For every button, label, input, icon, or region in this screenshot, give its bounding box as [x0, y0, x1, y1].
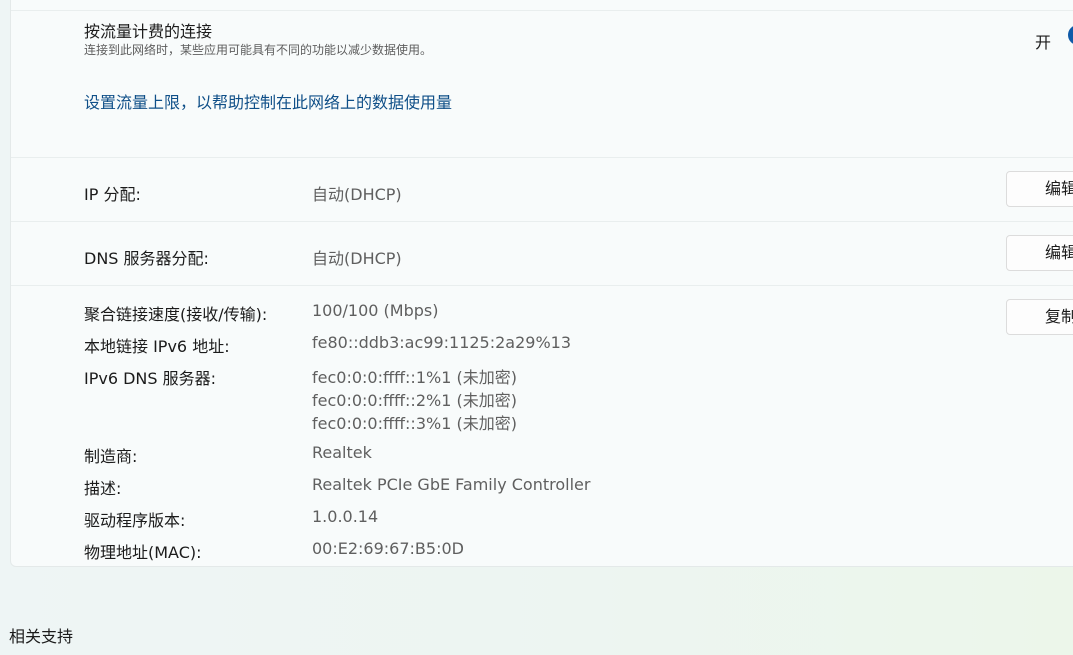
network-properties-card: 按流量计费的连接 连接到此网络时，某些应用可能具有不同的功能以减少数据使用。 开… — [10, 0, 1073, 567]
link-speed-label: 聚合链接速度(接收/传输): — [84, 305, 268, 324]
ipv6-link-local-label: 本地链接 IPv6 地址: — [84, 337, 230, 356]
mac-address-label: 物理地址(MAC): — [84, 543, 202, 562]
manufacturer-label: 制造商: — [84, 447, 138, 466]
ipv6-link-local-value: fe80::ddb3:ac99:1125:2a29%13 — [312, 333, 572, 352]
metered-connection-description: 连接到此网络时，某些应用可能具有不同的功能以减少数据使用。 — [84, 43, 433, 57]
link-speed-value: 100/100 (Mbps) — [312, 301, 439, 320]
set-data-limit-link[interactable]: 设置流量上限，以帮助控制在此网络上的数据使用量 — [84, 89, 452, 113]
divider — [11, 10, 1073, 11]
divider — [11, 221, 1073, 222]
metered-connection-title: 按流量计费的连接 — [84, 22, 213, 41]
copy-details-button[interactable]: 复制 — [1006, 299, 1073, 335]
mac-address-value: 00:E2:69:67:B5:0D — [312, 539, 464, 558]
edit-dns-button[interactable]: 编辑 — [1006, 235, 1073, 271]
ipv6-dns-value: fec0:0:0:ffff::3%1 (未加密) — [312, 414, 517, 433]
metered-toggle[interactable] — [1068, 25, 1073, 45]
ip-assignment-label: IP 分配: — [84, 185, 141, 204]
ipv6-dns-label: IPv6 DNS 服务器: — [84, 369, 217, 388]
ipv6-dns-value: fec0:0:0:ffff::2%1 (未加密) — [312, 391, 517, 410]
description-label: 描述: — [84, 479, 122, 498]
description-value: Realtek PCIe GbE Family Controller — [312, 475, 591, 494]
driver-version-label: 驱动程序版本: — [84, 511, 186, 530]
ipv6-dns-value: fec0:0:0:ffff::1%1 (未加密) — [312, 368, 517, 387]
dns-assignment-value: 自动(DHCP) — [312, 249, 402, 268]
divider — [11, 157, 1073, 158]
dns-assignment-label: DNS 服务器分配: — [84, 249, 209, 268]
edit-ip-button[interactable]: 编辑 — [1006, 171, 1073, 207]
driver-version-value: 1.0.0.14 — [312, 507, 379, 526]
ip-assignment-value: 自动(DHCP) — [312, 185, 402, 204]
related-support-heading: 相关支持 — [9, 627, 74, 646]
divider — [11, 285, 1073, 286]
manufacturer-value: Realtek — [312, 443, 372, 462]
metered-toggle-label: 开 — [1035, 33, 1052, 52]
